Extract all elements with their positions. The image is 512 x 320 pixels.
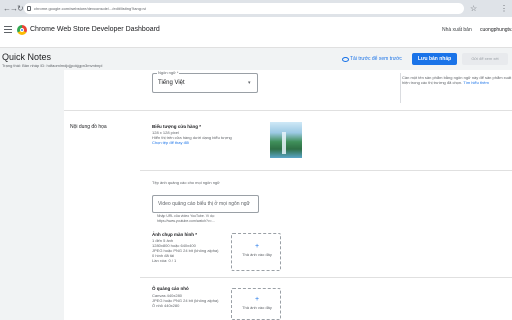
section-divider (64, 110, 512, 111)
save-draft-button[interactable]: Lưu bản nháp (412, 53, 457, 65)
lock-icon (27, 6, 31, 11)
chrome-web-store-logo (17, 25, 27, 35)
language-legend: Ngôn ngữ * (157, 70, 180, 76)
language-info-text: Cần một tên sản phẩm bằng ngôn ngữ này đ… (402, 75, 512, 85)
reload-icon[interactable]: ↻ (17, 3, 24, 14)
dropzone-label: Thả ảnh vào đây (242, 305, 272, 310)
store-icon-image[interactable] (270, 122, 302, 158)
browser-toolbar: ← → ↻ chrome.google.com/webstore/devcons… (0, 0, 512, 17)
small-promo-info: Ô nhỏ 440x280 (152, 303, 180, 308)
change-icon-link[interactable]: Chọn tệp để thay đổi (152, 140, 189, 145)
subsection-divider (140, 170, 512, 171)
item-status: Trạng thái: Bản nháp ID: hdfaomlmdjcjjpo… (2, 63, 103, 68)
language-value: Tiếng Việt (158, 80, 185, 86)
submit-for-review-button[interactable]: Gửi để xem xét (462, 53, 508, 65)
item-title: Quick Notes (2, 52, 52, 62)
preview-button[interactable]: Tải trước để xem trước (342, 53, 402, 65)
small-promo-dropzone[interactable]: + Thả ảnh vào đây (231, 288, 281, 320)
screenshots-dropzone[interactable]: + Thả ảnh vào đây (231, 233, 281, 271)
promo-video-help: Nhập URL của video YouTube. Ví dụ: https… (157, 214, 215, 223)
preview-label: Tải trước để xem trước (350, 56, 402, 62)
hamburger-menu-icon[interactable] (4, 26, 12, 34)
learn-more-link[interactable]: Tìm hiểu thêm (463, 80, 489, 85)
subsection-divider (140, 277, 512, 278)
chevron-down-icon: ▾ (248, 80, 251, 86)
url-text: chrome.google.com/webstore/devconsole/..… (34, 6, 147, 11)
app-title: Chrome Web Store Developer Dashboard (30, 26, 160, 33)
small-promo-title: Ô quảng cáo nhỏ (152, 286, 189, 291)
listing-content (64, 70, 512, 320)
promo-section-label: Tệp ảnh quảng cáo cho mọi ngôn ngữ (152, 180, 220, 185)
promo-video-placeholder: Video quảng cáo biểu thị ở mọi ngôn ngữ (158, 201, 250, 207)
add-icon: + (254, 296, 260, 303)
screenshots-info: Lần xóa: 0 / 1 (152, 258, 177, 263)
address-bar[interactable]: chrome.google.com/webstore/devconsole/..… (24, 3, 464, 14)
eye-icon (342, 57, 349, 62)
language-info-body: Cần một tên sản phẩm bằng ngôn ngữ này đ… (402, 75, 512, 85)
app-header: Chrome Web Store Developer Dashboard Nhà… (0, 17, 512, 48)
graphic-assets-label: Nội dung đồ họa (70, 124, 107, 130)
browser-menu-icon[interactable]: ⋮ (500, 3, 508, 14)
add-icon: + (254, 243, 260, 250)
dropzone-label: Thả ảnh vào đây (242, 252, 272, 257)
bookmark-star-icon[interactable]: ☆ (470, 3, 477, 14)
publisher-label: Nhà xuất bản (442, 27, 472, 33)
account-name[interactable]: cuongphungtv... (480, 25, 512, 35)
